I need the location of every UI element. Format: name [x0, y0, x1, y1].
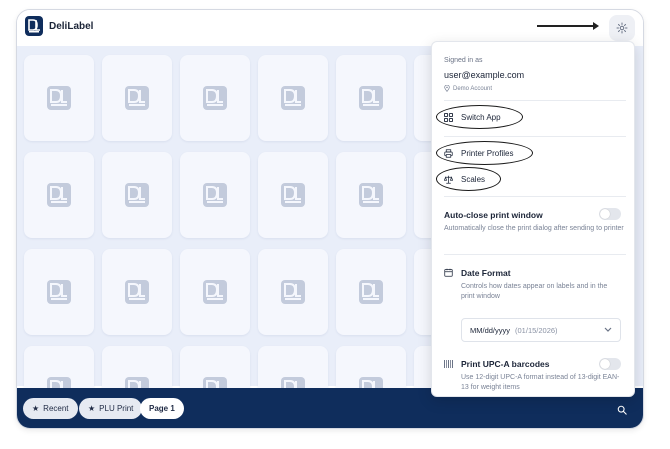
- label-placeholder-icon: [47, 280, 71, 304]
- star-icon: ★: [32, 404, 40, 413]
- auto-close-title: Auto-close print window: [444, 210, 543, 220]
- label-placeholder-icon: [125, 86, 149, 110]
- product-tile[interactable]: [336, 152, 406, 238]
- product-tile[interactable]: [24, 249, 94, 335]
- auto-close-description: Automatically close the print dialog aft…: [444, 225, 624, 232]
- product-tile[interactable]: [180, 152, 250, 238]
- product-tile[interactable]: [180, 249, 250, 335]
- settings-button[interactable]: [609, 15, 635, 41]
- account-menu: Signed in as user@example.com Demo Accou…: [431, 41, 635, 397]
- label-placeholder-icon: [281, 86, 305, 110]
- label-placeholder-icon: [359, 280, 383, 304]
- upc-title: Print UPC-A barcodes: [461, 359, 550, 369]
- label-placeholder-icon: [203, 86, 227, 110]
- label-placeholder-icon: [203, 280, 227, 304]
- label-placeholder-icon: [359, 86, 383, 110]
- star-icon: ★: [88, 404, 96, 413]
- search-icon: [617, 405, 627, 415]
- label-placeholder-icon: [125, 183, 149, 207]
- divider: [444, 196, 626, 197]
- divider: [444, 136, 626, 137]
- upc-toggle[interactable]: [599, 358, 621, 370]
- account-label: Demo Account: [453, 85, 493, 92]
- divider: [444, 100, 626, 101]
- product-tile[interactable]: [336, 249, 406, 335]
- search-button[interactable]: [612, 400, 632, 420]
- user-email: user@example.com: [444, 70, 525, 80]
- signed-in-label: Signed in as: [444, 57, 483, 64]
- upc-description: Use 12-digit UPC-A format instead of 13-…: [461, 374, 620, 391]
- divider: [444, 254, 626, 255]
- product-tile[interactable]: [258, 55, 328, 141]
- chip-label: Recent: [43, 404, 69, 413]
- date-format-value: MM/dd/yyyy: [470, 325, 511, 335]
- app-title: DeliLabel: [49, 21, 94, 32]
- date-format-title: Date Format: [461, 268, 511, 278]
- product-tile[interactable]: [336, 55, 406, 141]
- date-format-description: Controls how dates appear on labels and …: [461, 283, 608, 300]
- chip-plu-print[interactable]: ★ PLU Print: [79, 398, 143, 419]
- calendar-icon: [444, 268, 453, 277]
- account-name: Demo Account: [444, 85, 492, 92]
- label-placeholder-icon: [125, 280, 149, 304]
- product-tile[interactable]: [24, 55, 94, 141]
- chip-page-1[interactable]: Page 1: [140, 398, 184, 419]
- app-logo: [25, 16, 43, 36]
- label-placeholder-icon: [203, 183, 227, 207]
- product-tile[interactable]: [102, 249, 172, 335]
- product-tile[interactable]: [102, 152, 172, 238]
- product-tile[interactable]: [258, 152, 328, 238]
- annotation-oval: [436, 105, 523, 129]
- product-tile[interactable]: [180, 55, 250, 141]
- chip-label: Page 1: [149, 404, 175, 413]
- gear-icon: [616, 22, 628, 34]
- date-format-example: (01/15/2026): [515, 325, 558, 335]
- label-placeholder-icon: [359, 183, 383, 207]
- label-placeholder-icon: [281, 280, 305, 304]
- label-placeholder-icon: [281, 183, 305, 207]
- date-format-select[interactable]: MM/dd/yyyy (01/15/2026): [461, 318, 621, 342]
- label-placeholder-icon: [47, 86, 71, 110]
- annotation-oval: [436, 167, 501, 191]
- app-window: DeliLabel ★ Recent ★ PLU Print Page 1 Si…: [16, 9, 644, 429]
- chevron-down-icon: [604, 327, 612, 332]
- product-tile[interactable]: [102, 55, 172, 141]
- chip-label: PLU Print: [99, 404, 134, 413]
- pin-icon: [444, 85, 450, 92]
- product-tile[interactable]: [258, 249, 328, 335]
- chip-recent[interactable]: ★ Recent: [23, 398, 78, 419]
- product-tile[interactable]: [24, 152, 94, 238]
- label-placeholder-icon: [47, 183, 71, 207]
- annotation-arrow: [537, 22, 599, 30]
- annotation-oval: [436, 141, 533, 165]
- auto-close-toggle[interactable]: [599, 208, 621, 220]
- barcode-icon: [444, 360, 453, 368]
